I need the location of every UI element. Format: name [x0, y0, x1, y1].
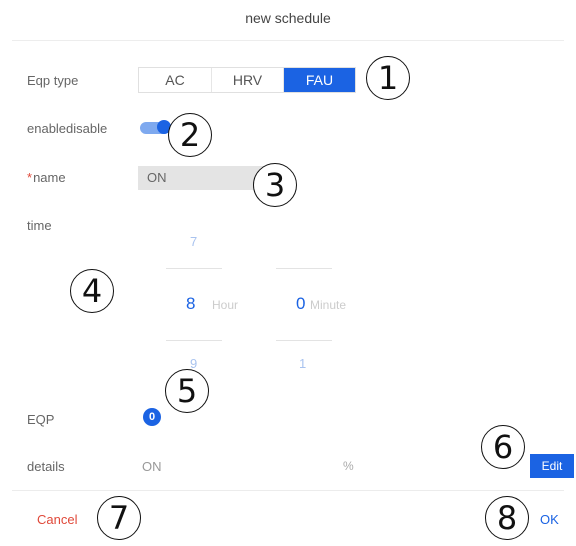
required-mark: * — [27, 170, 33, 185]
name-label: *name — [27, 170, 66, 185]
eqp-type-fau[interactable]: FAU — [283, 68, 355, 92]
callout-5: 5 — [165, 369, 209, 413]
minute-value: 0 — [296, 294, 306, 313]
hour-top-line — [166, 268, 222, 269]
eqp-type-selector: AC HRV FAU — [138, 67, 356, 93]
callout-8: 8 — [485, 496, 529, 540]
minute-next: 1 — [299, 356, 307, 371]
edit-button[interactable]: Edit — [530, 454, 574, 478]
minute-bottom-line — [276, 340, 332, 341]
name-label-text: name — [33, 170, 66, 185]
name-input[interactable]: ON — [138, 166, 272, 190]
page-title: new schedule — [245, 10, 331, 26]
eqp-type-label: Eqp type — [27, 73, 79, 88]
details-unit: % — [343, 459, 354, 473]
callout-2: 2 — [168, 113, 212, 157]
enable-toggle[interactable] — [140, 120, 171, 134]
footer-divider — [12, 490, 564, 491]
callout-7: 7 — [97, 496, 141, 540]
eqp-type-ac[interactable]: AC — [139, 68, 211, 92]
eqp-label: EQP — [27, 412, 55, 427]
cancel-button[interactable]: Cancel — [37, 512, 77, 527]
details-value: ON — [142, 459, 162, 474]
time-label: time — [27, 218, 52, 233]
callout-6: 6 — [481, 425, 525, 469]
callout-4: 4 — [70, 269, 114, 313]
callout-3: 3 — [253, 163, 297, 207]
hour-bottom-line — [166, 340, 222, 341]
ok-button[interactable]: OK — [540, 512, 559, 527]
eqp-type-hrv[interactable]: HRV — [211, 68, 283, 92]
details-label: details — [27, 459, 65, 474]
hour-value: 8 — [186, 294, 196, 313]
hour-prev: 7 — [190, 234, 198, 249]
minute-unit: Minute — [310, 298, 347, 312]
hour-unit: Hour — [212, 298, 239, 312]
minute-top-line — [276, 268, 332, 269]
enable-label: enabledisable — [27, 121, 108, 136]
header-divider — [12, 40, 564, 41]
callout-1: 1 — [366, 56, 410, 100]
eqp-count-badge[interactable]: 0 — [143, 408, 161, 426]
